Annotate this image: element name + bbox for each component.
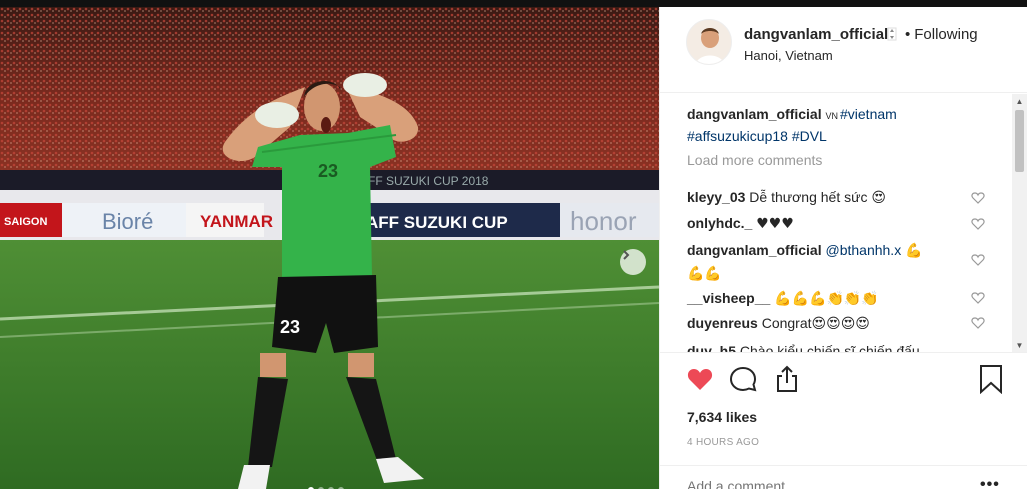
comment-username[interactable]: duy_h5: [687, 343, 736, 352]
comment-text: Congrat: [761, 315, 812, 331]
comment: duy_h5 Chào kiểu chiến sĩ chiến đấu: [687, 340, 967, 352]
svg-text:23: 23: [318, 161, 338, 181]
post-actions: 7,634 likes 4 HOURS AGO •••: [660, 352, 1027, 489]
share-icon[interactable]: [772, 364, 802, 394]
bookmark-icon[interactable]: [976, 364, 1006, 394]
comment: duyenreus Congrat😍😍😍😍: [687, 312, 967, 335]
verified-icon: [887, 27, 897, 41]
next-photo-button[interactable]: [620, 249, 646, 275]
load-more-comments[interactable]: Load more comments: [687, 152, 822, 168]
svg-text:23: 23: [280, 317, 300, 337]
heart-outline-icon[interactable]: [971, 191, 985, 205]
comment: onlyhdc._ ♥♥♥: [687, 212, 967, 235]
scroll-up-arrow-icon[interactable]: ▲: [1012, 94, 1027, 108]
flag-text: VN: [825, 111, 838, 121]
heart-outline-icon[interactable]: [971, 316, 985, 330]
follow-status[interactable]: • Following: [905, 26, 978, 43]
heart-icon[interactable]: [685, 364, 715, 394]
comment-username[interactable]: kleyy_03: [687, 189, 745, 205]
comment-username[interactable]: onlyhdc._: [687, 215, 752, 231]
post-photo[interactable]: AFF SUZUKI CUP 2018 SAIGON Bioré YANMAR …: [0, 7, 659, 489]
svg-text:AFF SUZUKI CUP: AFF SUZUKI CUP: [366, 213, 508, 232]
scroll-thumb[interactable]: [1015, 110, 1024, 172]
more-icon[interactable]: •••: [980, 476, 1000, 489]
heart-outline-icon[interactable]: [971, 253, 985, 267]
post-timestamp[interactable]: 4 HOURS AGO: [687, 437, 759, 448]
comment-text: Dễ thương hết sức: [749, 189, 868, 205]
add-comment-input[interactable]: [687, 478, 967, 489]
svg-text:honor: honor: [570, 206, 637, 236]
heart-outline-icon[interactable]: [971, 291, 985, 305]
comment-emoji: 💪💪: [687, 266, 722, 282]
svg-text:SAIGON: SAIGON: [4, 216, 47, 228]
comment-emoji: 😍😍😍😍: [811, 316, 870, 332]
avatar[interactable]: [686, 19, 732, 65]
comment-username[interactable]: dangvanlam_official: [687, 242, 822, 258]
comment-emoji: 💪: [905, 243, 923, 259]
comment-icon[interactable]: [728, 364, 758, 394]
post-username[interactable]: dangvanlam_official: [744, 26, 888, 43]
post-header: dangvanlam_official • Following Hanoi, Vi…: [660, 7, 1027, 93]
svg-text:YANMAR: YANMAR: [200, 212, 273, 231]
comment-text: Chào kiểu chiến sĩ chiến đấu: [739, 343, 920, 352]
photo-illustration: AFF SUZUKI CUP 2018 SAIGON Bioré YANMAR …: [0, 7, 659, 489]
comment-mention[interactable]: @bthanhh.x: [825, 242, 901, 258]
comment-username[interactable]: duyenreus: [687, 315, 758, 331]
chevron-right-icon: [623, 250, 630, 260]
add-comment-bar: •••: [660, 465, 1027, 489]
likes-count[interactable]: 7,634 likes: [687, 409, 757, 425]
post-location[interactable]: Hanoi, Vietnam: [744, 48, 833, 63]
banner-top-text: AFF SUZUKI CUP 2018: [360, 174, 489, 188]
heart-outline-icon[interactable]: [971, 217, 985, 231]
hashtag[interactable]: #vietnam: [840, 106, 897, 122]
svg-text:Bioré: Bioré: [102, 209, 153, 234]
avatar-image: [687, 20, 731, 64]
comments-list: dangvanlam_official VN #vietnam #affsuzuk…: [660, 94, 1018, 352]
top-bar: [0, 0, 1027, 7]
scroll-down-arrow-icon[interactable]: ▼: [1012, 338, 1027, 352]
comment-emoji: 😍: [871, 190, 886, 206]
comment-emoji: ♥♥♥: [756, 216, 794, 232]
comments-scrollbar[interactable]: ▲ ▼: [1012, 94, 1027, 352]
comment-emoji: 💪💪💪👏👏👏: [774, 291, 879, 307]
caption-username[interactable]: dangvanlam_official: [687, 106, 822, 122]
comment: dangvanlam_official @bthanhh.x 💪 💪💪: [687, 239, 967, 285]
comment: kleyy_03 Dễ thương hết sức 😍: [687, 186, 967, 209]
comment: __visheep__ 💪💪💪👏👏👏: [687, 287, 967, 310]
hashtags[interactable]: #affsuzukicup18 #DVL: [687, 128, 827, 144]
comment-username[interactable]: __visheep__: [687, 290, 770, 306]
post-side-panel: dangvanlam_official • Following Hanoi, Vi…: [659, 7, 1027, 489]
post-caption: dangvanlam_official VN #vietnam #affsuzuk…: [687, 104, 997, 146]
